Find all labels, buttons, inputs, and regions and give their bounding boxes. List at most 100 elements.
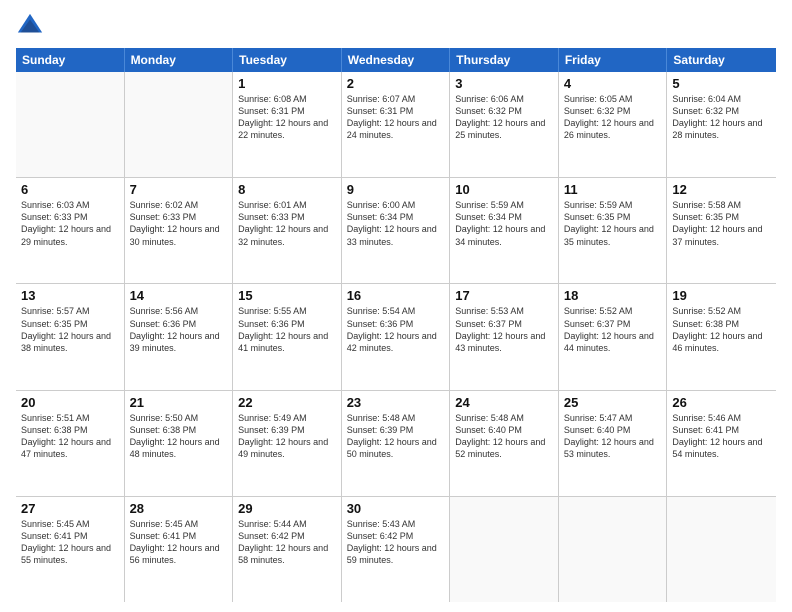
day-number: 6 <box>21 182 119 197</box>
day-cell-29: 29 Sunrise: 5:44 AMSunset: 6:42 PMDayligh… <box>233 497 342 602</box>
day-number: 25 <box>564 395 662 410</box>
day-number: 26 <box>672 395 771 410</box>
day-cell-17: 17 Sunrise: 5:53 AMSunset: 6:37 PMDayligh… <box>450 284 559 389</box>
day-info: Sunrise: 5:52 AMSunset: 6:38 PMDaylight:… <box>672 305 771 354</box>
day-cell-24: 24 Sunrise: 5:48 AMSunset: 6:40 PMDayligh… <box>450 391 559 496</box>
day-header-thursday: Thursday <box>450 48 559 72</box>
day-info: Sunrise: 5:57 AMSunset: 6:35 PMDaylight:… <box>21 305 119 354</box>
calendar-week-3: 13Sunrise: 5:57 AMSunset: 6:35 PMDayligh… <box>16 284 776 390</box>
day-cell-4: 4 Sunrise: 6:05 AMSunset: 6:32 PMDaylight… <box>559 72 668 177</box>
logo <box>16 12 48 40</box>
day-info: Sunrise: 5:49 AMSunset: 6:39 PMDaylight:… <box>238 412 336 461</box>
day-info: Sunrise: 6:05 AMSunset: 6:32 PMDaylight:… <box>564 93 662 142</box>
day-cell-14: 14Sunrise: 5:56 AMSunset: 6:36 PMDayligh… <box>125 284 234 389</box>
empty-cell <box>450 497 559 602</box>
day-info: Sunrise: 6:06 AMSunset: 6:32 PMDaylight:… <box>455 93 553 142</box>
day-header-monday: Monday <box>125 48 234 72</box>
empty-cell <box>16 72 125 177</box>
day-number: 21 <box>130 395 228 410</box>
day-info: Sunrise: 5:50 AMSunset: 6:38 PMDaylight:… <box>130 412 228 461</box>
day-number: 3 <box>455 76 553 91</box>
day-cell-21: 21 Sunrise: 5:50 AMSunset: 6:38 PMDayligh… <box>125 391 234 496</box>
day-info: Sunrise: 5:45 AMSunset: 6:41 PMDaylight:… <box>130 518 228 567</box>
day-number: 30 <box>347 501 445 516</box>
day-number: 9 <box>347 182 445 197</box>
day-info: Sunrise: 5:59 AMSunset: 6:34 PMDaylight:… <box>455 199 553 248</box>
calendar-week-2: 6 Sunrise: 6:03 AMSunset: 6:33 PMDaylight… <box>16 178 776 284</box>
day-info: Sunrise: 6:00 AMSunset: 6:34 PMDaylight:… <box>347 199 445 248</box>
day-number: 28 <box>130 501 228 516</box>
day-info: Sunrise: 5:43 AMSunset: 6:42 PMDaylight:… <box>347 518 445 567</box>
day-number: 17 <box>455 288 553 303</box>
empty-cell <box>667 497 776 602</box>
day-info: Sunrise: 5:45 AMSunset: 6:41 PMDaylight:… <box>21 518 119 567</box>
day-number: 14 <box>130 288 228 303</box>
day-info: Sunrise: 5:52 AMSunset: 6:37 PMDaylight:… <box>564 305 662 354</box>
day-cell-3: 3 Sunrise: 6:06 AMSunset: 6:32 PMDaylight… <box>450 72 559 177</box>
calendar-week-4: 20 Sunrise: 5:51 AMSunset: 6:38 PMDayligh… <box>16 391 776 497</box>
day-number: 1 <box>238 76 336 91</box>
day-info: Sunrise: 5:53 AMSunset: 6:37 PMDaylight:… <box>455 305 553 354</box>
day-number: 12 <box>672 182 771 197</box>
day-cell-6: 6 Sunrise: 6:03 AMSunset: 6:33 PMDaylight… <box>16 178 125 283</box>
day-info: Sunrise: 6:07 AMSunset: 6:31 PMDaylight:… <box>347 93 445 142</box>
day-cell-28: 28 Sunrise: 5:45 AMSunset: 6:41 PMDayligh… <box>125 497 234 602</box>
logo-icon <box>16 12 44 40</box>
calendar-body: 1Sunrise: 6:08 AMSunset: 6:31 PMDaylight… <box>16 72 776 602</box>
day-cell-22: 22Sunrise: 5:49 AMSunset: 6:39 PMDayligh… <box>233 391 342 496</box>
day-cell-15: 15Sunrise: 5:55 AMSunset: 6:36 PMDayligh… <box>233 284 342 389</box>
day-cell-18: 18 Sunrise: 5:52 AMSunset: 6:37 PMDayligh… <box>559 284 668 389</box>
day-number: 29 <box>238 501 336 516</box>
day-info: Sunrise: 5:51 AMSunset: 6:38 PMDaylight:… <box>21 412 119 461</box>
day-header-wednesday: Wednesday <box>342 48 451 72</box>
day-number: 5 <box>672 76 771 91</box>
day-number: 23 <box>347 395 445 410</box>
day-info: Sunrise: 5:59 AMSunset: 6:35 PMDaylight:… <box>564 199 662 248</box>
day-info: Sunrise: 5:46 AMSunset: 6:41 PMDaylight:… <box>672 412 771 461</box>
day-info: Sunrise: 6:03 AMSunset: 6:33 PMDaylight:… <box>21 199 119 248</box>
calendar: SundayMondayTuesdayWednesdayThursdayFrid… <box>16 48 776 602</box>
day-info: Sunrise: 5:48 AMSunset: 6:40 PMDaylight:… <box>455 412 553 461</box>
day-cell-16: 16 Sunrise: 5:54 AMSunset: 6:36 PMDayligh… <box>342 284 451 389</box>
day-number: 4 <box>564 76 662 91</box>
day-cell-23: 23 Sunrise: 5:48 AMSunset: 6:39 PMDayligh… <box>342 391 451 496</box>
day-info: Sunrise: 5:48 AMSunset: 6:39 PMDaylight:… <box>347 412 445 461</box>
day-header-saturday: Saturday <box>667 48 776 72</box>
day-cell-1: 1Sunrise: 6:08 AMSunset: 6:31 PMDaylight… <box>233 72 342 177</box>
day-header-friday: Friday <box>559 48 668 72</box>
day-cell-19: 19Sunrise: 5:52 AMSunset: 6:38 PMDayligh… <box>667 284 776 389</box>
day-cell-20: 20 Sunrise: 5:51 AMSunset: 6:38 PMDayligh… <box>16 391 125 496</box>
day-info: Sunrise: 5:44 AMSunset: 6:42 PMDaylight:… <box>238 518 336 567</box>
day-cell-9: 9 Sunrise: 6:00 AMSunset: 6:34 PMDaylight… <box>342 178 451 283</box>
day-number: 8 <box>238 182 336 197</box>
day-number: 2 <box>347 76 445 91</box>
header <box>16 12 776 40</box>
day-number: 10 <box>455 182 553 197</box>
empty-cell <box>125 72 234 177</box>
day-info: Sunrise: 5:54 AMSunset: 6:36 PMDaylight:… <box>347 305 445 354</box>
day-info: Sunrise: 6:01 AMSunset: 6:33 PMDaylight:… <box>238 199 336 248</box>
calendar-header-row: SundayMondayTuesdayWednesdayThursdayFrid… <box>16 48 776 72</box>
day-info: Sunrise: 5:58 AMSunset: 6:35 PMDaylight:… <box>672 199 771 248</box>
day-number: 11 <box>564 182 662 197</box>
day-cell-10: 10 Sunrise: 5:59 AMSunset: 6:34 PMDayligh… <box>450 178 559 283</box>
day-cell-2: 2 Sunrise: 6:07 AMSunset: 6:31 PMDaylight… <box>342 72 451 177</box>
day-header-tuesday: Tuesday <box>233 48 342 72</box>
day-cell-26: 26 Sunrise: 5:46 AMSunset: 6:41 PMDayligh… <box>667 391 776 496</box>
day-number: 16 <box>347 288 445 303</box>
calendar-week-5: 27Sunrise: 5:45 AMSunset: 6:41 PMDayligh… <box>16 497 776 602</box>
day-cell-5: 5Sunrise: 6:04 AMSunset: 6:32 PMDaylight… <box>667 72 776 177</box>
day-number: 18 <box>564 288 662 303</box>
day-cell-8: 8 Sunrise: 6:01 AMSunset: 6:33 PMDaylight… <box>233 178 342 283</box>
day-number: 24 <box>455 395 553 410</box>
day-cell-27: 27Sunrise: 5:45 AMSunset: 6:41 PMDayligh… <box>16 497 125 602</box>
day-cell-11: 11 Sunrise: 5:59 AMSunset: 6:35 PMDayligh… <box>559 178 668 283</box>
day-number: 20 <box>21 395 119 410</box>
day-cell-25: 25 Sunrise: 5:47 AMSunset: 6:40 PMDayligh… <box>559 391 668 496</box>
day-info: Sunrise: 5:47 AMSunset: 6:40 PMDaylight:… <box>564 412 662 461</box>
empty-cell <box>559 497 668 602</box>
day-number: 7 <box>130 182 228 197</box>
day-info: Sunrise: 6:02 AMSunset: 6:33 PMDaylight:… <box>130 199 228 248</box>
day-cell-13: 13Sunrise: 5:57 AMSunset: 6:35 PMDayligh… <box>16 284 125 389</box>
calendar-week-1: 1Sunrise: 6:08 AMSunset: 6:31 PMDaylight… <box>16 72 776 178</box>
